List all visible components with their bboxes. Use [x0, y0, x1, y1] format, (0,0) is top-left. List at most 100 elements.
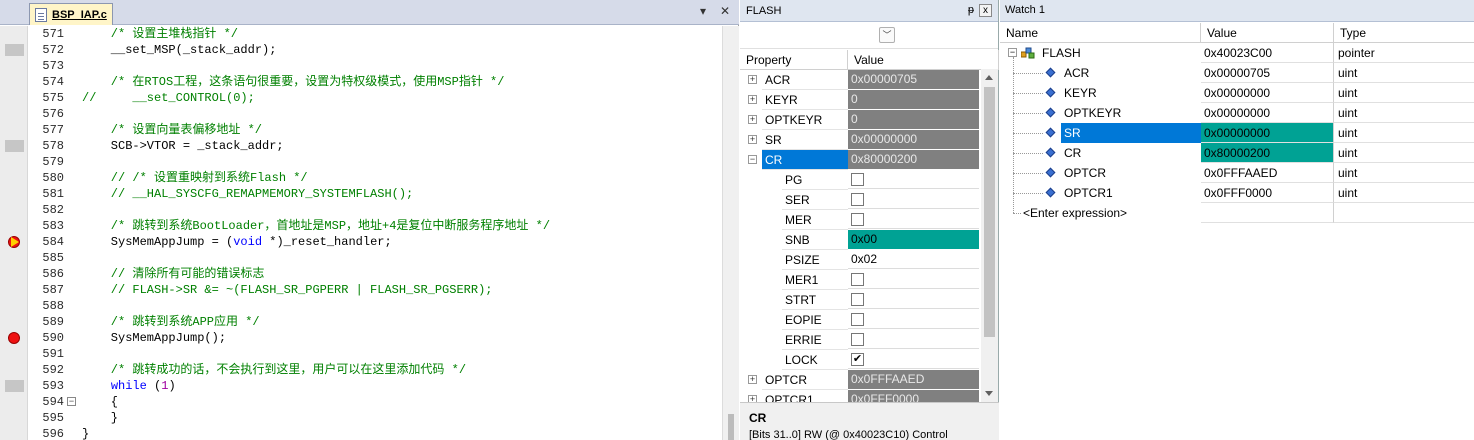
checkbox[interactable] [851, 213, 864, 226]
code-line[interactable]: 592 /* 跳转成功的话，不会执行到这里，用户可以在这里添加代码 */ [0, 362, 722, 378]
value-column-header[interactable]: Value [848, 50, 999, 70]
close-icon[interactable]: x [979, 4, 992, 17]
property-value[interactable]: 0 [848, 90, 979, 109]
checkbox[interactable] [851, 333, 864, 346]
enter-expression-label[interactable]: <Enter expression> [1023, 203, 1127, 223]
chevron-down-icon[interactable]: ▾ [696, 4, 710, 18]
property-row[interactable]: PG [740, 170, 981, 190]
scroll-down-icon[interactable] [985, 391, 993, 396]
code-line[interactable]: 589 /* 跳转到系统APP应用 */ [0, 314, 722, 330]
checkbox[interactable] [851, 293, 864, 306]
code-line[interactable]: 594− { [0, 394, 722, 410]
code-line[interactable]: 573 [0, 58, 722, 74]
property-grid-scrollbar[interactable] [981, 69, 998, 402]
property-value[interactable] [848, 270, 979, 289]
code-line[interactable]: 583 /* 跳转到系统BootLoader，首地址是MSP，地址+4是复位中断… [0, 218, 722, 234]
code-line[interactable]: 571 /* 设置主堆栈指针 */ [0, 26, 722, 42]
enter-expression-row[interactable]: <Enter expression> [1000, 203, 1474, 223]
property-row[interactable]: MER [740, 210, 981, 230]
watch-value[interactable]: 0x00000705 [1201, 63, 1334, 83]
code-line[interactable]: 582 [0, 202, 722, 218]
name-column-header[interactable]: Name [1000, 23, 1201, 43]
property-value[interactable] [848, 330, 979, 349]
code-area[interactable]: 571 /* 设置主堆栈指针 */572 __set_MSP(_stack_ad… [0, 26, 722, 440]
code-line[interactable]: 587 // FLASH->SR &= ~(FLASH_SR_PGPERR | … [0, 282, 722, 298]
property-row[interactable]: + OPTKEYR 0 [740, 110, 981, 130]
checkbox-checked[interactable]: ✔ [851, 353, 864, 366]
expand-icon[interactable]: + [748, 395, 757, 402]
code-line[interactable]: 576 [0, 106, 722, 122]
value-column-header[interactable]: Value [1201, 23, 1334, 43]
expand-icon[interactable]: + [748, 95, 757, 104]
editor-scrollbar-thumb[interactable] [728, 414, 734, 440]
expand-icon[interactable]: + [748, 115, 757, 124]
type-column-header[interactable]: Type [1334, 23, 1474, 43]
property-value[interactable] [848, 310, 979, 329]
watch-row[interactable]: KEYR 0x00000000 uint [1000, 83, 1474, 103]
property-row[interactable]: + KEYR 0 [740, 90, 981, 110]
watch-row[interactable]: OPTCR 0x0FFFAAED uint [1000, 163, 1474, 183]
code-line[interactable]: 574 /* 在RTOS工程，这条语句很重要，设置为特权级模式，使用MSP指针 … [0, 74, 722, 90]
watch-row[interactable]: − FLASH 0x40023C00 pointer [1000, 43, 1474, 63]
watch-row[interactable]: ACR 0x00000705 uint [1000, 63, 1474, 83]
checkbox[interactable] [851, 173, 864, 186]
code-line[interactable]: 588 [0, 298, 722, 314]
watch-value[interactable]: 0x00000000 [1201, 123, 1334, 143]
property-column-header[interactable]: Property [740, 50, 848, 70]
watch-value[interactable] [1201, 203, 1334, 223]
property-row[interactable]: EOPIE [740, 310, 981, 330]
checkbox[interactable] [851, 273, 864, 286]
code-line[interactable]: 595 } [0, 410, 722, 426]
watch-value[interactable]: 0x80000200 [1201, 143, 1334, 163]
watch-row[interactable]: SR 0x00000000 uint [1000, 123, 1474, 143]
code-line[interactable]: 586 // 清除所有可能的错误标志 [0, 266, 722, 282]
property-value[interactable]: 0x02 [848, 250, 979, 269]
editor-vertical-scrollbar[interactable] [722, 26, 739, 440]
property-row[interactable]: + OPTCR 0x0FFFAAED [740, 370, 981, 390]
editor-tab-bsp-iap[interactable]: BSP_IAP.c [29, 3, 113, 25]
code-line[interactable]: 584 SysMemAppJump = (void *)_reset_handl… [0, 234, 722, 250]
property-row[interactable]: + ACR 0x00000705 [740, 70, 981, 90]
code-line[interactable]: 590 SysMemAppJump(); [0, 330, 722, 346]
watch-value[interactable]: 0x40023C00 [1201, 43, 1334, 63]
collapse-icon[interactable]: − [1008, 48, 1017, 57]
property-row[interactable]: SER [740, 190, 981, 210]
watch-row[interactable]: CR 0x80000200 uint [1000, 143, 1474, 163]
code-line[interactable]: 591 [0, 346, 722, 362]
code-line[interactable]: 585 [0, 250, 722, 266]
property-scrollbar-thumb[interactable] [984, 87, 995, 337]
property-value[interactable]: 0x00000000 [848, 130, 979, 149]
watch-row[interactable]: OPTKEYR 0x00000000 uint [1000, 103, 1474, 123]
property-value[interactable] [848, 170, 979, 189]
property-value[interactable]: 0x00000705 [848, 70, 979, 89]
property-row[interactable]: SNB 0x00 [740, 230, 981, 250]
collapse-icon[interactable]: − [748, 155, 757, 164]
property-value[interactable]: 0 [848, 110, 979, 129]
property-row[interactable]: PSIZE 0x02 [740, 250, 981, 270]
watch-value[interactable]: 0x00000000 [1201, 83, 1334, 103]
code-line[interactable]: 580 // /* 设置重映射到系统Flash */ [0, 170, 722, 186]
code-line[interactable]: 577 /* 设置向量表偏移地址 */ [0, 122, 722, 138]
property-value[interactable] [848, 210, 979, 229]
property-value[interactable]: 0x80000200 [848, 150, 979, 169]
checkbox[interactable] [851, 313, 864, 326]
property-value[interactable]: 0x0FFFAAED [848, 370, 979, 389]
property-row[interactable]: + OPTCR1 0x0FFF0000 [740, 390, 981, 402]
breakpoint-icon[interactable] [8, 332, 20, 344]
property-row[interactable]: ERRIE [740, 330, 981, 350]
property-row[interactable]: STRT [740, 290, 981, 310]
property-value[interactable]: 0x0FFF0000 [848, 390, 979, 402]
watch-value[interactable]: 0x0FFFAAED [1201, 163, 1334, 183]
code-line[interactable]: 579 [0, 154, 722, 170]
property-row[interactable]: − CR 0x80000200 [740, 150, 981, 170]
property-value[interactable]: 0x00 [848, 230, 979, 249]
watch-row[interactable]: OPTCR1 0x0FFF0000 uint [1000, 183, 1474, 203]
code-line[interactable]: 593 while (1) [0, 378, 722, 394]
checkbox[interactable] [851, 193, 864, 206]
expand-icon[interactable]: + [748, 75, 757, 84]
property-row[interactable]: LOCK ✔ [740, 350, 981, 370]
fold-toggle-icon[interactable]: − [67, 397, 76, 406]
pin-icon[interactable]: ᵽ [968, 4, 974, 16]
code-line[interactable]: 578 SCB->VTOR = _stack_addr; [0, 138, 722, 154]
scroll-up-icon[interactable] [985, 75, 993, 80]
